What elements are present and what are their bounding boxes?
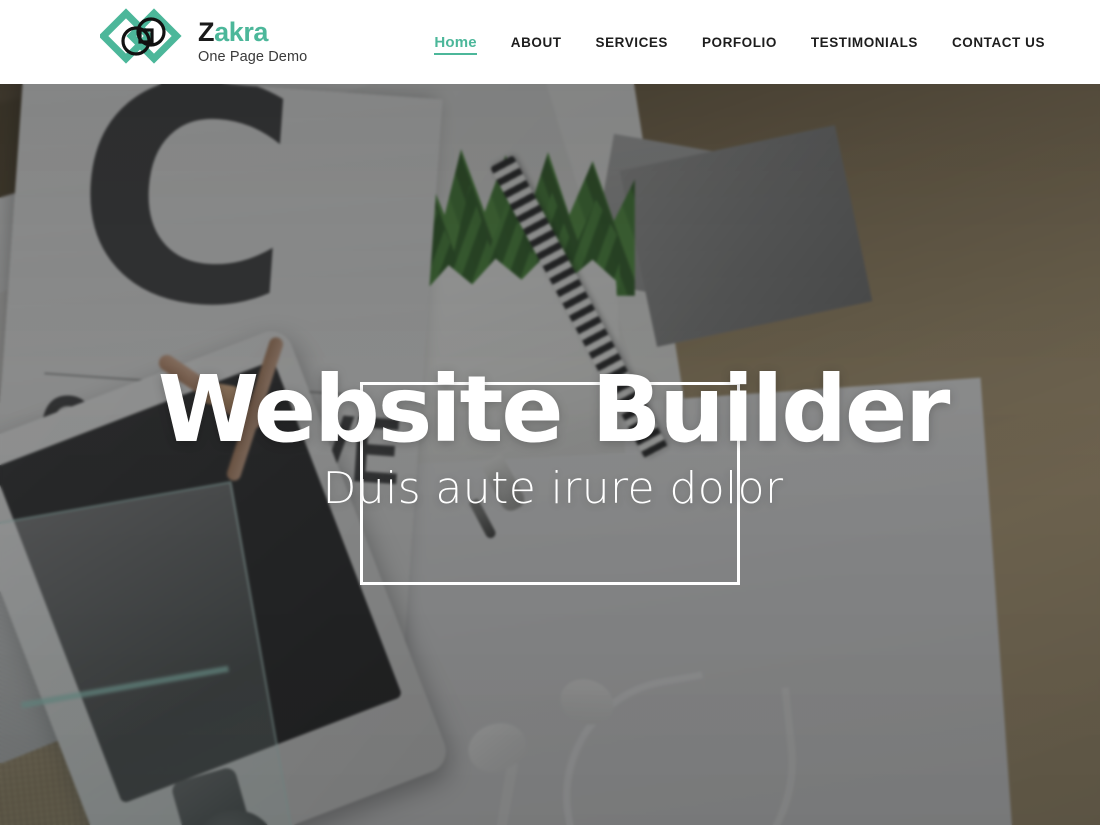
nav-item-services[interactable]: SERVICES: [579, 29, 685, 56]
brand-name-prefix: Z: [198, 17, 215, 48]
brand-tagline: One Page Demo: [198, 49, 308, 66]
brand-name-rest: akra: [214, 17, 269, 48]
nav-item-contact-us[interactable]: CONTACT US: [935, 29, 1062, 56]
nav-item-about[interactable]: ABOUT: [494, 29, 579, 56]
main-navigation: Home ABOUT SERVICES PORFOLIO TESTIMONIAL…: [417, 0, 1062, 84]
zakra-diamond-logo-icon: [100, 8, 188, 76]
brand-name: Zakra: [198, 19, 307, 46]
nav-item-home[interactable]: Home: [417, 28, 493, 57]
brand-text: Zakra One Page Demo: [198, 19, 307, 65]
hero-frame: Website Builder Duis aute irure dolor: [158, 363, 950, 585]
brand-logo-link[interactable]: Zakra One Page Demo: [100, 8, 307, 76]
hero-banner: C CREATIVE MESS Website Builder Duis aut…: [0, 84, 1100, 825]
nav-item-testimonials[interactable]: TESTIMONIALS: [794, 29, 935, 56]
site-header: Zakra One Page Demo Home ABOUT SERVICES …: [0, 0, 1100, 84]
nav-item-porfolio[interactable]: PORFOLIO: [685, 29, 794, 56]
